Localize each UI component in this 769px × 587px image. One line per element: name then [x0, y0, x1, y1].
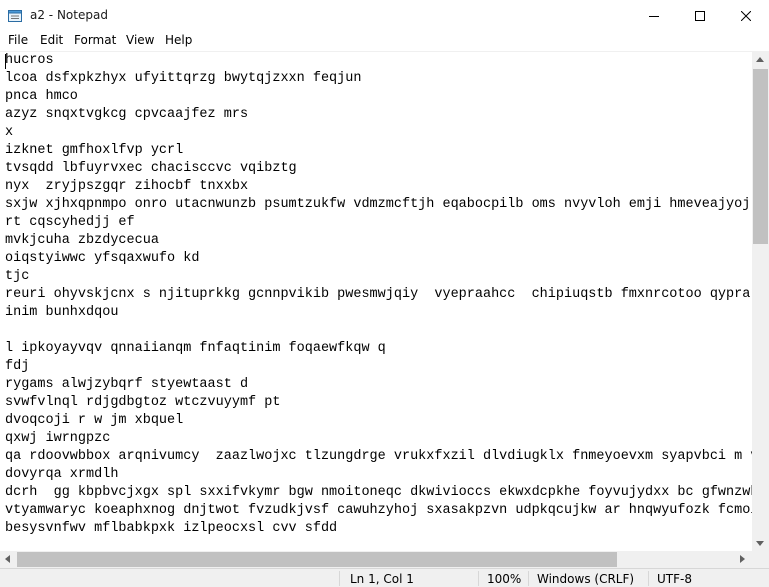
text-caret [5, 54, 6, 69]
window-title: a2 - Notepad [30, 8, 108, 22]
status-bar: Ln 1, Col 1 100% Windows (CRLF) UTF-8 [0, 568, 769, 587]
title-bar[interactable]: a2 - Notepad [0, 0, 769, 31]
scrollbar-corner [752, 551, 769, 568]
menu-format[interactable]: Format [74, 33, 116, 47]
vertical-scroll-thumb[interactable] [753, 69, 768, 244]
menu-view[interactable]: View [126, 33, 154, 47]
menu-file[interactable]: File [8, 33, 28, 47]
status-position: Ln 1, Col 1 [350, 572, 414, 586]
menu-help[interactable]: Help [165, 33, 192, 47]
minimize-icon [649, 15, 659, 17]
status-separator [648, 571, 649, 586]
editor-text[interactable]: hucros lcoa dsfxpkzhyx ufyittqrzg bwytqj… [5, 52, 752, 538]
horizontal-scroll-thumb[interactable] [17, 552, 617, 567]
scroll-right-icon[interactable] [740, 555, 745, 563]
close-icon [741, 10, 751, 21]
status-encoding: UTF-8 [657, 572, 692, 586]
text-editor[interactable]: hucros lcoa dsfxpkzhyx ufyittqrzg bwytqj… [0, 52, 752, 551]
scroll-down-icon[interactable] [756, 541, 764, 546]
horizontal-scrollbar[interactable] [0, 551, 752, 568]
status-zoom: 100% [487, 572, 522, 586]
status-line-ending: Windows (CRLF) [537, 572, 635, 586]
status-separator [478, 571, 479, 586]
status-separator [339, 571, 340, 586]
scroll-up-icon[interactable] [756, 57, 764, 62]
close-button[interactable] [723, 0, 769, 31]
status-separator [528, 571, 529, 586]
menu-bar: File Edit Format View Help [0, 31, 769, 51]
notepad-icon [8, 10, 22, 22]
menu-edit[interactable]: Edit [40, 33, 63, 47]
notepad-window: a2 - Notepad File Edit Format View Help … [0, 0, 769, 587]
maximize-icon [695, 10, 705, 21]
minimize-button[interactable] [631, 0, 677, 31]
maximize-button[interactable] [677, 0, 723, 31]
scroll-left-icon[interactable] [5, 555, 10, 563]
vertical-scrollbar[interactable] [752, 52, 769, 551]
